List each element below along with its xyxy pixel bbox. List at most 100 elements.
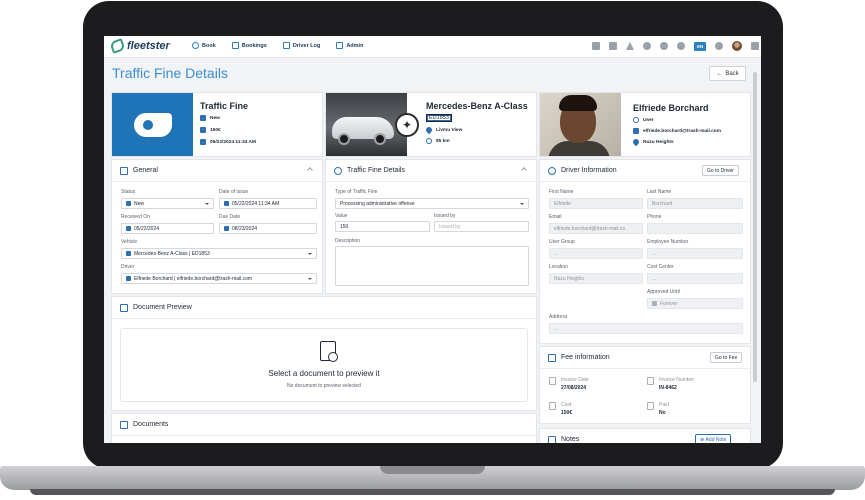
add-note-button[interactable]: ⊕ Add Note: [695, 434, 732, 443]
value-label: Value: [335, 213, 348, 219]
approved-until-field: Forever: [647, 298, 743, 309]
received-on-field[interactable]: 05/22/2024: [121, 223, 214, 234]
chevron-up-icon[interactable]: [521, 167, 527, 173]
go-to-fee-button[interactable]: Go to Fee: [710, 352, 743, 363]
list-icon: [548, 354, 556, 362]
cost-value: 150€: [561, 410, 573, 416]
invoice-number-icon: [647, 377, 654, 385]
back-button-label: Back: [725, 70, 739, 77]
chevron-up-icon[interactable]: [307, 167, 313, 173]
license-plate: ED1853: [426, 114, 452, 122]
value-input[interactable]: 150: [335, 221, 430, 232]
hero-fine-amount: 150€: [200, 127, 221, 133]
fine-type-select[interactable]: Processing administrative offense: [335, 198, 529, 209]
fine-type-label: Type of Traffic Fine: [335, 189, 378, 195]
date-of-issue-value: 05/22/2024 11:34 AM: [232, 200, 280, 207]
clipboard-icon: [120, 167, 128, 175]
preview-area: Select a document to preview it No docum…: [120, 328, 528, 402]
documents-title: Documents: [133, 421, 169, 428]
logout-icon[interactable]: [751, 42, 760, 50]
caret-down-icon: [308, 253, 312, 255]
document-icon[interactable]: [592, 42, 600, 50]
page-scrollbar[interactable]: [753, 72, 757, 382]
globe-icon[interactable]: [677, 42, 685, 50]
due-date-label: Due Date: [219, 214, 241, 220]
email-field: elfriede.borchard@trash-mail.co: [549, 223, 643, 234]
status-select[interactable]: New: [121, 198, 214, 209]
cost-label: Cost: [561, 402, 572, 408]
address-field: ...: [549, 323, 743, 334]
calendar-icon: [652, 301, 657, 306]
nav-bookings[interactable]: Bookings: [231, 42, 267, 49]
employee-number-label: Employee Number: [647, 239, 689, 245]
hero-vehicle[interactable]: ✦ Mercedes-Benz A-Class ED1853 Livmu Vie…: [325, 92, 537, 157]
driver-select[interactable]: Elfriede Borchard | elfriede.borchard@tr…: [121, 273, 317, 284]
hero-driver-email-text: elfriede.borchard@trash-mail.com: [643, 128, 721, 134]
location-field: Nuzu Heights: [549, 273, 643, 284]
photo-hair: [559, 95, 597, 111]
hero-driver-location: Nuzu Heights: [631, 137, 674, 147]
hero-driver-location-text: Nuzu Heights: [643, 139, 674, 145]
hero-vehicle-title: Mercedes-Benz A-Class: [426, 101, 528, 111]
general-header[interactable]: General: [112, 160, 322, 182]
user-icon: [548, 167, 556, 175]
hero-vehicle-mileage: 85 km: [426, 138, 450, 144]
description-label: Description: [335, 238, 361, 244]
user-icon: [633, 117, 639, 123]
cost-center-field: ...: [647, 273, 743, 284]
notes-title: Notes: [561, 436, 580, 443]
caret-down-icon: [205, 203, 209, 205]
user-avatar[interactable]: [732, 41, 743, 51]
car-icon: [231, 42, 239, 49]
due-date-field[interactable]: 08/23/2024: [219, 223, 317, 234]
nav-driver-log[interactable]: Driver Log: [282, 42, 320, 49]
last-name-label: Last Name: [647, 189, 672, 195]
nav-admin[interactable]: Admin: [336, 42, 363, 49]
issued-by-input[interactable]: Issued by: [434, 221, 529, 232]
calendar-icon: [126, 226, 131, 231]
location-pin-icon: [631, 137, 641, 147]
app-logo[interactable]: fleetster: [109, 38, 170, 54]
hero-driver-name: Elfriede Borchard: [633, 103, 709, 113]
camera-icon[interactable]: [609, 42, 617, 50]
warning-icon[interactable]: [626, 42, 634, 50]
rocket-icon[interactable]: [660, 42, 668, 50]
fee-information-card: Fee information Go to Fee Invoice Date 2…: [539, 346, 751, 424]
issued-by-placeholder: Issued by: [439, 223, 461, 230]
hero-vehicle-plate: ED1853: [426, 114, 452, 122]
invoice-date-label: Invoice Date: [561, 377, 589, 383]
date-of-issue-field[interactable]: 05/22/2024 11:34 AM: [219, 198, 317, 209]
user-group-label: User Group: [549, 239, 575, 245]
hero-fine-datetime-text: 05/22/2024 11:34 AM: [210, 139, 256, 145]
location-pin-icon: [424, 125, 434, 135]
nav-admin-label: Admin: [346, 42, 364, 49]
language-selector[interactable]: EN: [694, 41, 707, 51]
approved-until-value: Forever: [660, 300, 678, 307]
preview-icon: [120, 304, 128, 312]
hero-driver[interactable]: Elfriede Borchard User elfriede.borchard…: [539, 92, 751, 157]
hero-driver-role-text: User: [643, 117, 654, 123]
info-icon[interactable]: [643, 42, 651, 50]
go-to-driver-button[interactable]: Go to Driver: [702, 165, 739, 176]
approved-until-label: Approved Until: [647, 289, 680, 295]
description-textarea[interactable]: [335, 246, 529, 286]
app-screen: fleetster Book Bookings Driver Log Admin…: [104, 36, 761, 443]
document-search-icon: [320, 341, 338, 362]
calendar-icon: [549, 377, 556, 385]
user-icon: [126, 276, 131, 281]
hero-vehicle-location-text: Livmu View: [436, 127, 463, 133]
traffic-fine-details-header[interactable]: Traffic Fine Details: [326, 160, 536, 182]
fee-information-title: Fee information: [561, 354, 610, 361]
hero-fine-status-text: New: [210, 115, 220, 121]
settings-icon[interactable]: [715, 42, 724, 50]
note-icon: [548, 436, 556, 443]
laptop-notch: [380, 466, 485, 474]
hero-fine-datetime: 05/22/2024 11:34 AM: [200, 139, 256, 145]
location-label: Location: [549, 264, 568, 270]
hero-fine-title: Traffic Fine: [200, 101, 249, 111]
driver-label: Driver: [121, 264, 135, 270]
back-button[interactable]: ← Back: [709, 66, 746, 81]
car-wheel-rear: [374, 133, 386, 145]
nav-book[interactable]: Book: [192, 42, 216, 49]
vehicle-select[interactable]: Mercedes-Benz A-Class | ED1853: [121, 248, 317, 259]
